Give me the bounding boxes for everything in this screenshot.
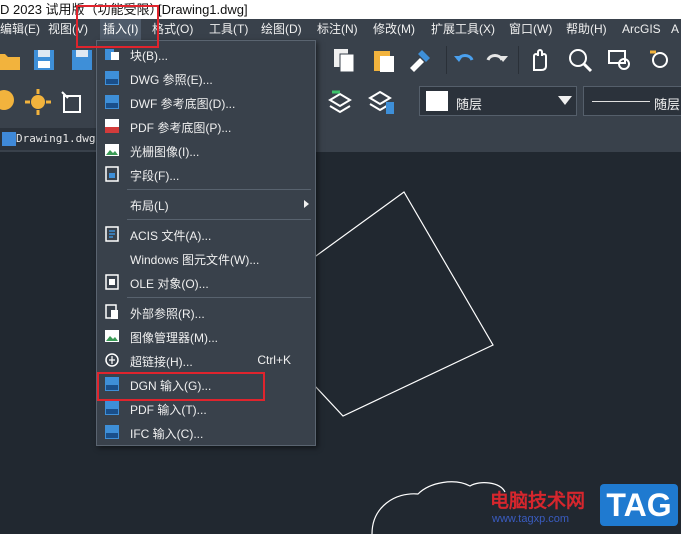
layer-dropdown-value: 随层 (456, 97, 483, 112)
zoom-realtime-icon[interactable] (566, 46, 594, 74)
menu-item-pdf-underlay[interactable]: PDF 参考底图(P)... (97, 115, 315, 137)
linetype-dropdown-value: 随层 (654, 97, 681, 112)
drawn-cloud-curve[interactable] (371, 481, 506, 534)
block-icon (105, 49, 119, 60)
menu-item-field[interactable]: 字段(F)... (97, 163, 315, 185)
menu-item-raster-image[interactable]: 光栅图像(I)... (97, 139, 315, 161)
menu-item-external-reference[interactable]: 外部参照(R)... (97, 301, 315, 323)
watermark-badge: TAG (600, 484, 678, 526)
menu-dimension[interactable]: 标注(N) (317, 19, 358, 40)
layer-color-swatch (426, 91, 448, 111)
open-folder-icon[interactable] (0, 46, 22, 74)
menu-item-ole-object[interactable]: OLE 对象(O)... (97, 271, 315, 293)
zoom-previous-icon[interactable] (646, 46, 674, 74)
pan-hand-icon[interactable] (526, 46, 554, 74)
watermark-url: www.tagxp.com (492, 513, 570, 525)
hyperlink-icon (105, 353, 119, 367)
external-reference-icon (105, 304, 118, 319)
chevron-down-icon[interactable] (558, 96, 572, 105)
menu-item-dwg-reference[interactable]: DWG 参照(E)... (97, 67, 315, 89)
menu-item-layout[interactable]: 布局(L) (97, 193, 315, 215)
menu-modify[interactable]: 修改(M) (373, 19, 415, 40)
layer-previous-icon[interactable] (326, 88, 354, 116)
menu-more[interactable]: A (671, 19, 679, 40)
raster-image-icon (105, 144, 119, 156)
submenu-arrow-icon (304, 200, 309, 208)
sun-icon[interactable] (24, 88, 52, 116)
menu-window[interactable]: 窗口(W) (509, 19, 552, 40)
menu-item-acis-file[interactable]: ACIS 文件(A)... (97, 223, 315, 245)
watermark: 电脑技术网 www.tagxp.com TAG (490, 484, 681, 534)
menu-item-hyperlink[interactable]: 超链接(H)... Ctrl+K (97, 349, 315, 371)
image-manager-icon (105, 330, 119, 342)
menu-item-dwf-underlay[interactable]: DWF 参考底图(D)... (97, 91, 315, 113)
dwf-underlay-icon (105, 95, 119, 109)
acis-file-icon (105, 226, 119, 242)
ifc-import-icon (105, 425, 119, 439)
layer-freeze-icon[interactable] (58, 88, 86, 116)
menu-draw[interactable]: 绘图(D) (261, 19, 302, 40)
menu-extended-tools[interactable]: 扩展工具(X) (431, 19, 495, 40)
linetype-dropdown[interactable]: 随层 (583, 86, 681, 116)
undo-icon[interactable] (452, 46, 480, 74)
dgn-import-highlight (97, 372, 265, 401)
save-icon[interactable] (30, 46, 58, 74)
document-tab[interactable]: Drawing1.dwg (0, 128, 100, 150)
dwg-file-icon (2, 132, 16, 146)
menu-arcgis[interactable]: ArcGIS (622, 19, 661, 40)
layer-dropdown[interactable]: 随层 (419, 86, 577, 116)
menu-item-ifc-import[interactable]: IFC 输入(C)... (97, 421, 315, 443)
pdf-underlay-icon (105, 119, 119, 133)
ole-object-icon (105, 274, 119, 290)
document-tab-label: Drawing1.dwg (16, 132, 96, 145)
menu-edit[interactable]: 编辑(E) (0, 19, 40, 40)
hyperlink-shortcut: Ctrl+K (257, 353, 291, 367)
menu-item-image-manager[interactable]: 图像管理器(M)... (97, 325, 315, 347)
dwg-reference-icon (105, 71, 119, 85)
menu-tools[interactable]: 工具(T) (209, 19, 248, 40)
zoom-window-icon[interactable] (606, 46, 634, 74)
file-title: [Drawing1.dwg] (158, 2, 248, 17)
pdf-import-icon (105, 401, 119, 415)
layer-states-icon[interactable] (368, 88, 396, 116)
light-bulb-icon[interactable] (0, 88, 20, 116)
linetype-preview (592, 101, 650, 102)
redo-icon[interactable] (482, 46, 510, 74)
paste-icon[interactable] (370, 46, 398, 74)
save-as-icon[interactable] (68, 46, 96, 74)
menu-help[interactable]: 帮助(H) (566, 19, 607, 40)
menu-item-windows-metafile[interactable]: Windows 图元文件(W)... (97, 247, 315, 269)
copy-icon[interactable] (330, 46, 358, 74)
insert-menu-highlight (76, 5, 159, 48)
field-icon (105, 166, 119, 182)
match-properties-icon[interactable] (406, 46, 434, 74)
watermark-site-name: 电脑技术网 (490, 490, 586, 512)
